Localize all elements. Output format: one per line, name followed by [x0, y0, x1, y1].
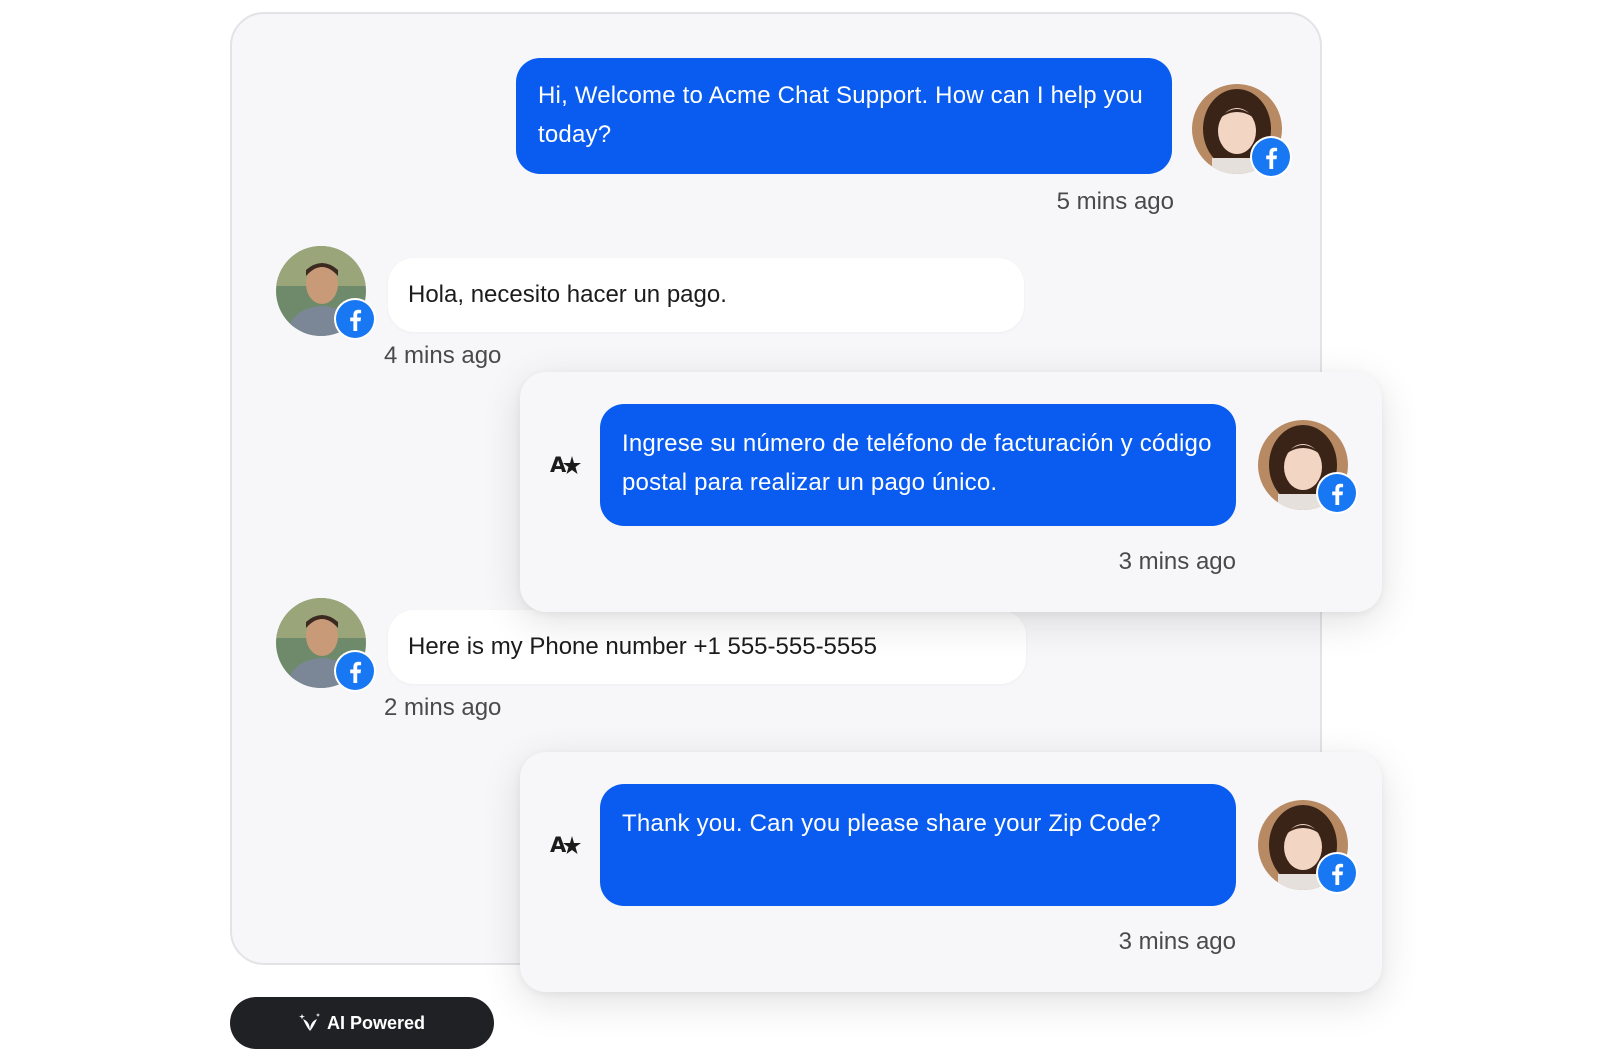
translate-icon[interactable]: A: [550, 450, 582, 480]
message-timestamp: 3 mins ago: [1118, 548, 1236, 575]
facebook-icon: [1316, 852, 1358, 894]
ai-powered-badge: AI Powered: [230, 997, 494, 1049]
facebook-icon: [334, 298, 376, 340]
svg-text:A: A: [550, 833, 567, 857]
facebook-icon: [334, 650, 376, 692]
agent-avatar[interactable]: [1258, 800, 1358, 894]
svg-text:A: A: [550, 453, 567, 477]
translate-icon[interactable]: A: [550, 830, 582, 860]
agent-message-bubble: Ingrese su número de teléfono de factura…: [600, 404, 1236, 526]
facebook-icon: [1250, 136, 1292, 178]
message-timestamp: 3 mins ago: [1118, 928, 1236, 955]
translated-message-card: A Thank you. Can you please share your Z…: [520, 752, 1382, 992]
customer-avatar[interactable]: [276, 598, 376, 692]
customer-avatar[interactable]: [276, 246, 376, 340]
sparkle-leaf-icon: [298, 1013, 321, 1031]
message-timestamp: 5 mins ago: [1056, 188, 1174, 215]
customer-message-bubble: Here is my Phone number +1 555-555-5555: [388, 610, 1026, 684]
agent-avatar[interactable]: [1258, 420, 1358, 514]
message-timestamp: 2 mins ago: [384, 694, 502, 721]
facebook-icon: [1316, 472, 1358, 514]
ai-powered-label: AI Powered: [326, 1012, 426, 1033]
agent-message-bubble: Thank you. Can you please share your Zip…: [600, 784, 1236, 906]
agent-avatar[interactable]: [1192, 84, 1292, 178]
customer-message-bubble: Hola, necesito hacer un pago.: [388, 258, 1024, 332]
agent-message-bubble: Hi, Welcome to Acme Chat Support. How ca…: [516, 58, 1172, 174]
message-timestamp: 4 mins ago: [384, 342, 502, 369]
chat-stage: Hi, Welcome to Acme Chat Support. How ca…: [0, 0, 1600, 1057]
translated-message-card: A Ingrese su número de teléfono de factu…: [520, 372, 1382, 612]
